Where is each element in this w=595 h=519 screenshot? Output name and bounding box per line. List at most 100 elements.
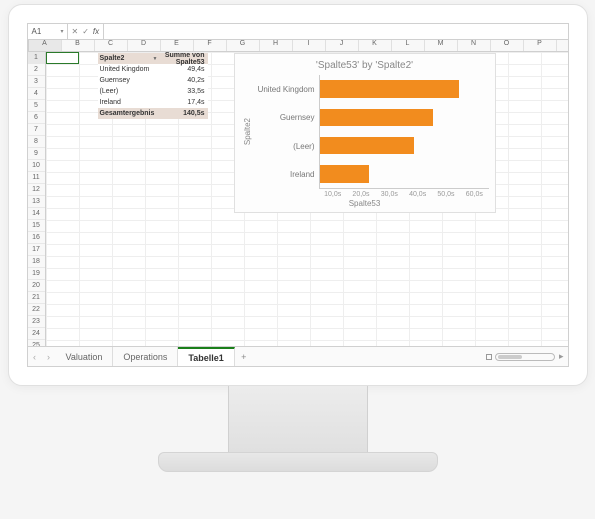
cells[interactable]: Spalte2 ▼ Summe von Spalte53 United King…: [46, 52, 568, 346]
col-header-M[interactable]: M: [425, 40, 458, 51]
col-header-J[interactable]: J: [326, 40, 359, 51]
bar: [320, 137, 414, 155]
tab-nav-prev[interactable]: ‹: [28, 352, 42, 362]
row-headers: 1234567891011121314151617181920212223242…: [28, 52, 46, 346]
chart-bars: [319, 75, 489, 189]
row-header-15[interactable]: 15: [28, 220, 45, 232]
pivot-total-row: Gesamtergebnis 140,5s: [98, 108, 208, 119]
y-category: United Kingdom: [255, 75, 319, 104]
row-header-8[interactable]: 8: [28, 136, 45, 148]
col-header-D[interactable]: D: [128, 40, 161, 51]
formula-input[interactable]: [104, 24, 567, 39]
row-header-3[interactable]: 3: [28, 76, 45, 88]
monitor-bezel: A1 ✕ ✓ fx ABCDEFGHIJKLMNOPQ 123456789101…: [8, 4, 588, 386]
bar-row: [320, 103, 489, 131]
add-sheet-button[interactable]: +: [235, 352, 253, 362]
pivot-header-col1-label: Spalte2: [100, 55, 125, 62]
pivot-row[interactable]: (Leer)33,5s: [98, 86, 208, 97]
pivot-row[interactable]: Guernsey40,2s: [98, 75, 208, 86]
horizontal-scrollbar[interactable]: [495, 353, 555, 361]
fx-icon[interactable]: fx: [93, 27, 99, 36]
col-header-H[interactable]: H: [260, 40, 293, 51]
pivot-table[interactable]: Spalte2 ▼ Summe von Spalte53 United King…: [98, 53, 208, 119]
col-header-E[interactable]: E: [161, 40, 194, 51]
col-header-F[interactable]: F: [194, 40, 227, 51]
row-header-4[interactable]: 4: [28, 88, 45, 100]
row-header-18[interactable]: 18: [28, 256, 45, 268]
pivot-row-label: United Kingdom: [98, 66, 162, 73]
pivot-header-col1[interactable]: Spalte2 ▼: [98, 55, 162, 62]
y-axis-label-wrap: Spalte2: [241, 75, 255, 189]
row-header-13[interactable]: 13: [28, 196, 45, 208]
pivot-row-value: 17,4s: [162, 99, 208, 106]
col-header-A[interactable]: A: [29, 40, 62, 51]
row-header-2[interactable]: 2: [28, 64, 45, 76]
row-header-25[interactable]: 25: [28, 340, 45, 346]
col-header-C[interactable]: C: [95, 40, 128, 51]
col-header-Q[interactable]: Q: [557, 40, 569, 51]
sheet-tab[interactable]: Operations: [113, 347, 178, 366]
col-header-L[interactable]: L: [392, 40, 425, 51]
row-header-12[interactable]: 12: [28, 184, 45, 196]
sheet-tab[interactable]: Tabelle1: [178, 347, 234, 366]
row-header-5[interactable]: 5: [28, 100, 45, 112]
x-tick: 50,0s: [432, 191, 460, 198]
monitor-stand-neck: [228, 386, 368, 452]
cancel-icon[interactable]: ✕: [72, 27, 79, 36]
pivot-total-label: Gesamtergebnis: [98, 110, 162, 117]
dropdown-icon[interactable]: ▼: [153, 56, 158, 62]
y-category: (Leer): [255, 132, 319, 161]
col-header-P[interactable]: P: [524, 40, 557, 51]
row-header-16[interactable]: 16: [28, 232, 45, 244]
name-box[interactable]: A1: [28, 24, 68, 39]
pivot-row[interactable]: Ireland17,4s: [98, 97, 208, 108]
bar-row: [320, 160, 489, 188]
x-tick: 20,0s: [347, 191, 375, 198]
chart[interactable]: 'Spalte53' by 'Spalte2' Spalte2 United K…: [234, 53, 496, 213]
x-tick: 40,0s: [403, 191, 431, 198]
row-header-7[interactable]: 7: [28, 124, 45, 136]
row-header-23[interactable]: 23: [28, 316, 45, 328]
col-header-B[interactable]: B: [62, 40, 95, 51]
cell-reference: A1: [32, 27, 42, 36]
monitor-stand-base: [158, 452, 438, 472]
hscroll-left-icon[interactable]: [486, 354, 492, 360]
row-header-10[interactable]: 10: [28, 160, 45, 172]
row-header-1[interactable]: 1: [28, 52, 45, 64]
x-axis-ticks: 10,0s20,0s30,0s40,0s50,0s60,0s: [319, 191, 489, 198]
row-header-9[interactable]: 9: [28, 148, 45, 160]
row-header-22[interactable]: 22: [28, 304, 45, 316]
chart-plot: Spalte2 United KingdomGuernsey(Leer)Irel…: [241, 75, 489, 189]
col-header-N[interactable]: N: [458, 40, 491, 51]
y-category: Ireland: [255, 161, 319, 190]
chart-title: 'Spalte53' by 'Spalte2': [241, 60, 489, 71]
pivot-row-label: Ireland: [98, 99, 162, 106]
col-header-I[interactable]: I: [293, 40, 326, 51]
pivot-row[interactable]: United Kingdom49,4s: [98, 64, 208, 75]
hscroll-right-icon[interactable]: ▸: [559, 351, 564, 362]
formula-buttons: ✕ ✓ fx: [68, 24, 105, 39]
col-header-O[interactable]: O: [491, 40, 524, 51]
pivot-row-label: Guernsey: [98, 77, 162, 84]
tab-nav-next[interactable]: ›: [42, 352, 56, 362]
x-tick: 10,0s: [319, 191, 347, 198]
row-header-11[interactable]: 11: [28, 172, 45, 184]
y-axis-categories: United KingdomGuernsey(Leer)Ireland: [255, 75, 319, 189]
sheet-tab[interactable]: Valuation: [56, 347, 114, 366]
row-header-17[interactable]: 17: [28, 244, 45, 256]
x-axis-label: Spalte53: [241, 199, 489, 208]
row-header-19[interactable]: 19: [28, 268, 45, 280]
row-header-21[interactable]: 21: [28, 292, 45, 304]
row-header-24[interactable]: 24: [28, 328, 45, 340]
row-header-20[interactable]: 20: [28, 280, 45, 292]
row-header-14[interactable]: 14: [28, 208, 45, 220]
col-header-K[interactable]: K: [359, 40, 392, 51]
spreadsheet-app: A1 ✕ ✓ fx ABCDEFGHIJKLMNOPQ 123456789101…: [27, 23, 569, 367]
row-header-6[interactable]: 6: [28, 112, 45, 124]
col-header-G[interactable]: G: [227, 40, 260, 51]
pivot-row-value: 33,5s: [162, 88, 208, 95]
x-tick: 30,0s: [375, 191, 403, 198]
sheet-tab-bar: ‹ › ValuationOperationsTabelle1 + ▸: [28, 346, 568, 366]
column-headers: ABCDEFGHIJKLMNOPQ: [28, 40, 568, 52]
confirm-icon[interactable]: ✓: [82, 27, 89, 36]
